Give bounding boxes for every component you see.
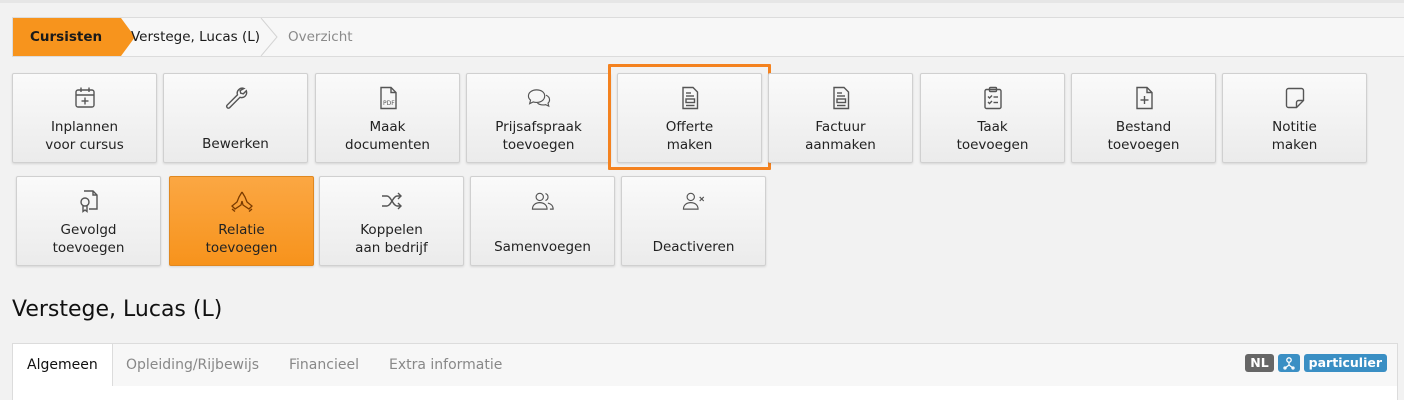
- person-network-icon: [1277, 354, 1300, 372]
- breadcrumb-cursisten[interactable]: Cursisten: [13, 18, 135, 56]
- koppelen-bedrijf-button[interactable]: Koppelen aan bedrijf: [319, 176, 464, 266]
- invoice-icon: [769, 85, 912, 111]
- users-icon: [471, 188, 614, 214]
- taak-toevoegen-label: Taak toevoegen: [956, 119, 1029, 153]
- inplannen-label: Inplannen voor cursus: [45, 119, 124, 153]
- relatie-toevoegen-label: Relatie toevoegen: [205, 222, 278, 256]
- calendar-plus-icon: [13, 85, 156, 111]
- gevolgd-toevoegen-label: Gevolgd toevoegen: [52, 222, 125, 256]
- taak-toevoegen-button[interactable]: Taak toevoegen: [920, 73, 1065, 163]
- factuur-aanmaken-button[interactable]: Factuur aanmaken: [768, 73, 913, 163]
- pdf-file-icon: PDF: [316, 85, 459, 111]
- page-title: Verstege, Lucas (L): [12, 297, 223, 322]
- prijsafspraak-label: Prijsafspraak toevoegen: [495, 119, 582, 153]
- file-plus-icon: [1072, 85, 1215, 111]
- breadcrumb-overzicht[interactable]: Overzicht: [288, 18, 353, 56]
- clipboard-check-icon: [921, 85, 1064, 111]
- notitie-maken-button[interactable]: Notitie maken: [1222, 73, 1367, 163]
- factuur-aanmaken-label: Factuur aanmaken: [805, 119, 876, 153]
- bestand-toevoegen-label: Bestand toevoegen: [1107, 119, 1180, 153]
- wrench-icon: [164, 85, 307, 111]
- selection-highlight: [608, 64, 771, 170]
- sticky-note-icon: [1223, 85, 1366, 111]
- user-x-icon: [622, 188, 765, 214]
- koppelen-bedrijf-label: Koppelen aan bedrijf: [355, 222, 428, 256]
- svg-text:PDF: PDF: [383, 100, 395, 107]
- tab-algemeen[interactable]: Algemeen: [13, 344, 113, 386]
- tab-financieel[interactable]: Financieel: [289, 344, 359, 386]
- samenvoegen-button[interactable]: Samenvoegen: [470, 176, 615, 266]
- breadcrumb-student[interactable]: Verstege, Lucas (L): [131, 18, 260, 56]
- certificate-icon: [17, 188, 160, 214]
- tab-opleiding-rijbewijs[interactable]: Opleiding/Rijbewijs: [126, 344, 259, 386]
- tab-extra-informatie[interactable]: Extra informatie: [389, 344, 502, 386]
- breadcrumb-separator-icon: [260, 18, 278, 56]
- maak-documenten-button[interactable]: PDF Maak documenten: [315, 73, 460, 163]
- type-badge: particulier: [1303, 354, 1387, 372]
- bestand-toevoegen-button[interactable]: Bestand toevoegen: [1071, 73, 1216, 163]
- inplannen-button[interactable]: Inplannen voor cursus: [12, 73, 157, 163]
- shuffle-icon: [320, 188, 463, 214]
- samenvoegen-label: Samenvoegen: [494, 239, 591, 255]
- chat-bubbles-icon: [467, 85, 610, 111]
- top-border: [0, 0, 1404, 3]
- status-badges: NL particulier: [1245, 354, 1387, 372]
- deactiveren-button[interactable]: Deactiveren: [621, 176, 766, 266]
- deactiveren-label: Deactiveren: [652, 239, 735, 255]
- bewerken-label: Bewerken: [202, 136, 269, 152]
- maak-documenten-label: Maak documenten: [345, 119, 430, 153]
- relatie-toevoegen-button[interactable]: Relatie toevoegen: [169, 176, 314, 266]
- language-badge: NL: [1245, 354, 1274, 372]
- notitie-maken-label: Notitie maken: [1271, 119, 1318, 153]
- prijsafspraak-button[interactable]: Prijsafspraak toevoegen: [466, 73, 611, 163]
- bewerken-button[interactable]: Bewerken: [163, 73, 308, 163]
- tab-content: [13, 386, 1397, 400]
- gevolgd-toevoegen-button[interactable]: Gevolgd toevoegen: [16, 176, 161, 266]
- details-panel: Algemeen Opleiding/Rijbewijs Financieel …: [12, 343, 1398, 400]
- breadcrumb: Cursisten Verstege, Lucas (L) Overzicht: [12, 17, 1404, 57]
- handshake-icon: [170, 188, 313, 214]
